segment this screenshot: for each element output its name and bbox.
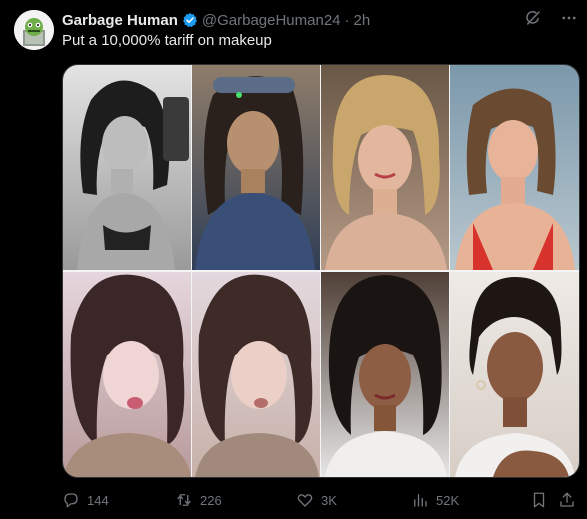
views-button[interactable]: 52K <box>411 491 459 509</box>
post-time[interactable]: 2h <box>354 12 371 29</box>
more-options-icon[interactable] <box>559 8 579 28</box>
reply-count: 144 <box>87 492 109 508</box>
like-count: 3K <box>321 492 337 508</box>
verified-badge-icon <box>182 13 197 28</box>
repost-count: 226 <box>200 492 222 508</box>
reply-icon <box>64 493 78 508</box>
media-collage[interactable] <box>62 64 580 478</box>
author-name[interactable]: Garbage Human <box>62 12 178 29</box>
author-handle[interactable]: @GarbageHuman24 <box>202 12 341 29</box>
collage-image <box>63 65 579 477</box>
tweet-header: Garbage Human @GarbageHuman24 · 2h <box>62 10 370 30</box>
share-button[interactable] <box>558 491 576 509</box>
photo-2-nomakeup <box>450 65 579 270</box>
photo-3-makeup <box>63 272 191 477</box>
avatar-image <box>14 10 54 50</box>
bookmark-button[interactable] <box>530 491 548 509</box>
photo-1-nomakeup <box>192 65 320 270</box>
views-icon <box>414 494 427 507</box>
tweet-actions: 144 226 3K 52K <box>62 488 582 512</box>
reply-button[interactable]: 144 <box>62 491 109 509</box>
photo-1-makeup <box>63 65 191 270</box>
like-button[interactable]: 3K <box>296 491 337 509</box>
tweet-top-actions <box>523 8 579 28</box>
tweet-text: Put a 10,000% tariff on makeup <box>62 32 272 49</box>
tweet[interactable]: Garbage Human @GarbageHuman24 · 2h Put a… <box>0 0 587 519</box>
heart-icon <box>297 494 313 507</box>
photo-2-makeup <box>321 65 449 270</box>
views-count: 52K <box>436 492 460 508</box>
photo-3-nomakeup <box>192 272 320 477</box>
photo-4-nomakeup <box>450 272 579 477</box>
grok-icon[interactable] <box>523 8 543 28</box>
avatar[interactable] <box>14 10 54 50</box>
share-icon <box>560 492 574 507</box>
repost-button[interactable]: 226 <box>175 491 222 509</box>
repost-icon <box>177 494 191 506</box>
photo-4-makeup <box>321 272 449 477</box>
separator-dot: · <box>344 11 350 29</box>
bookmark-icon <box>533 492 545 508</box>
